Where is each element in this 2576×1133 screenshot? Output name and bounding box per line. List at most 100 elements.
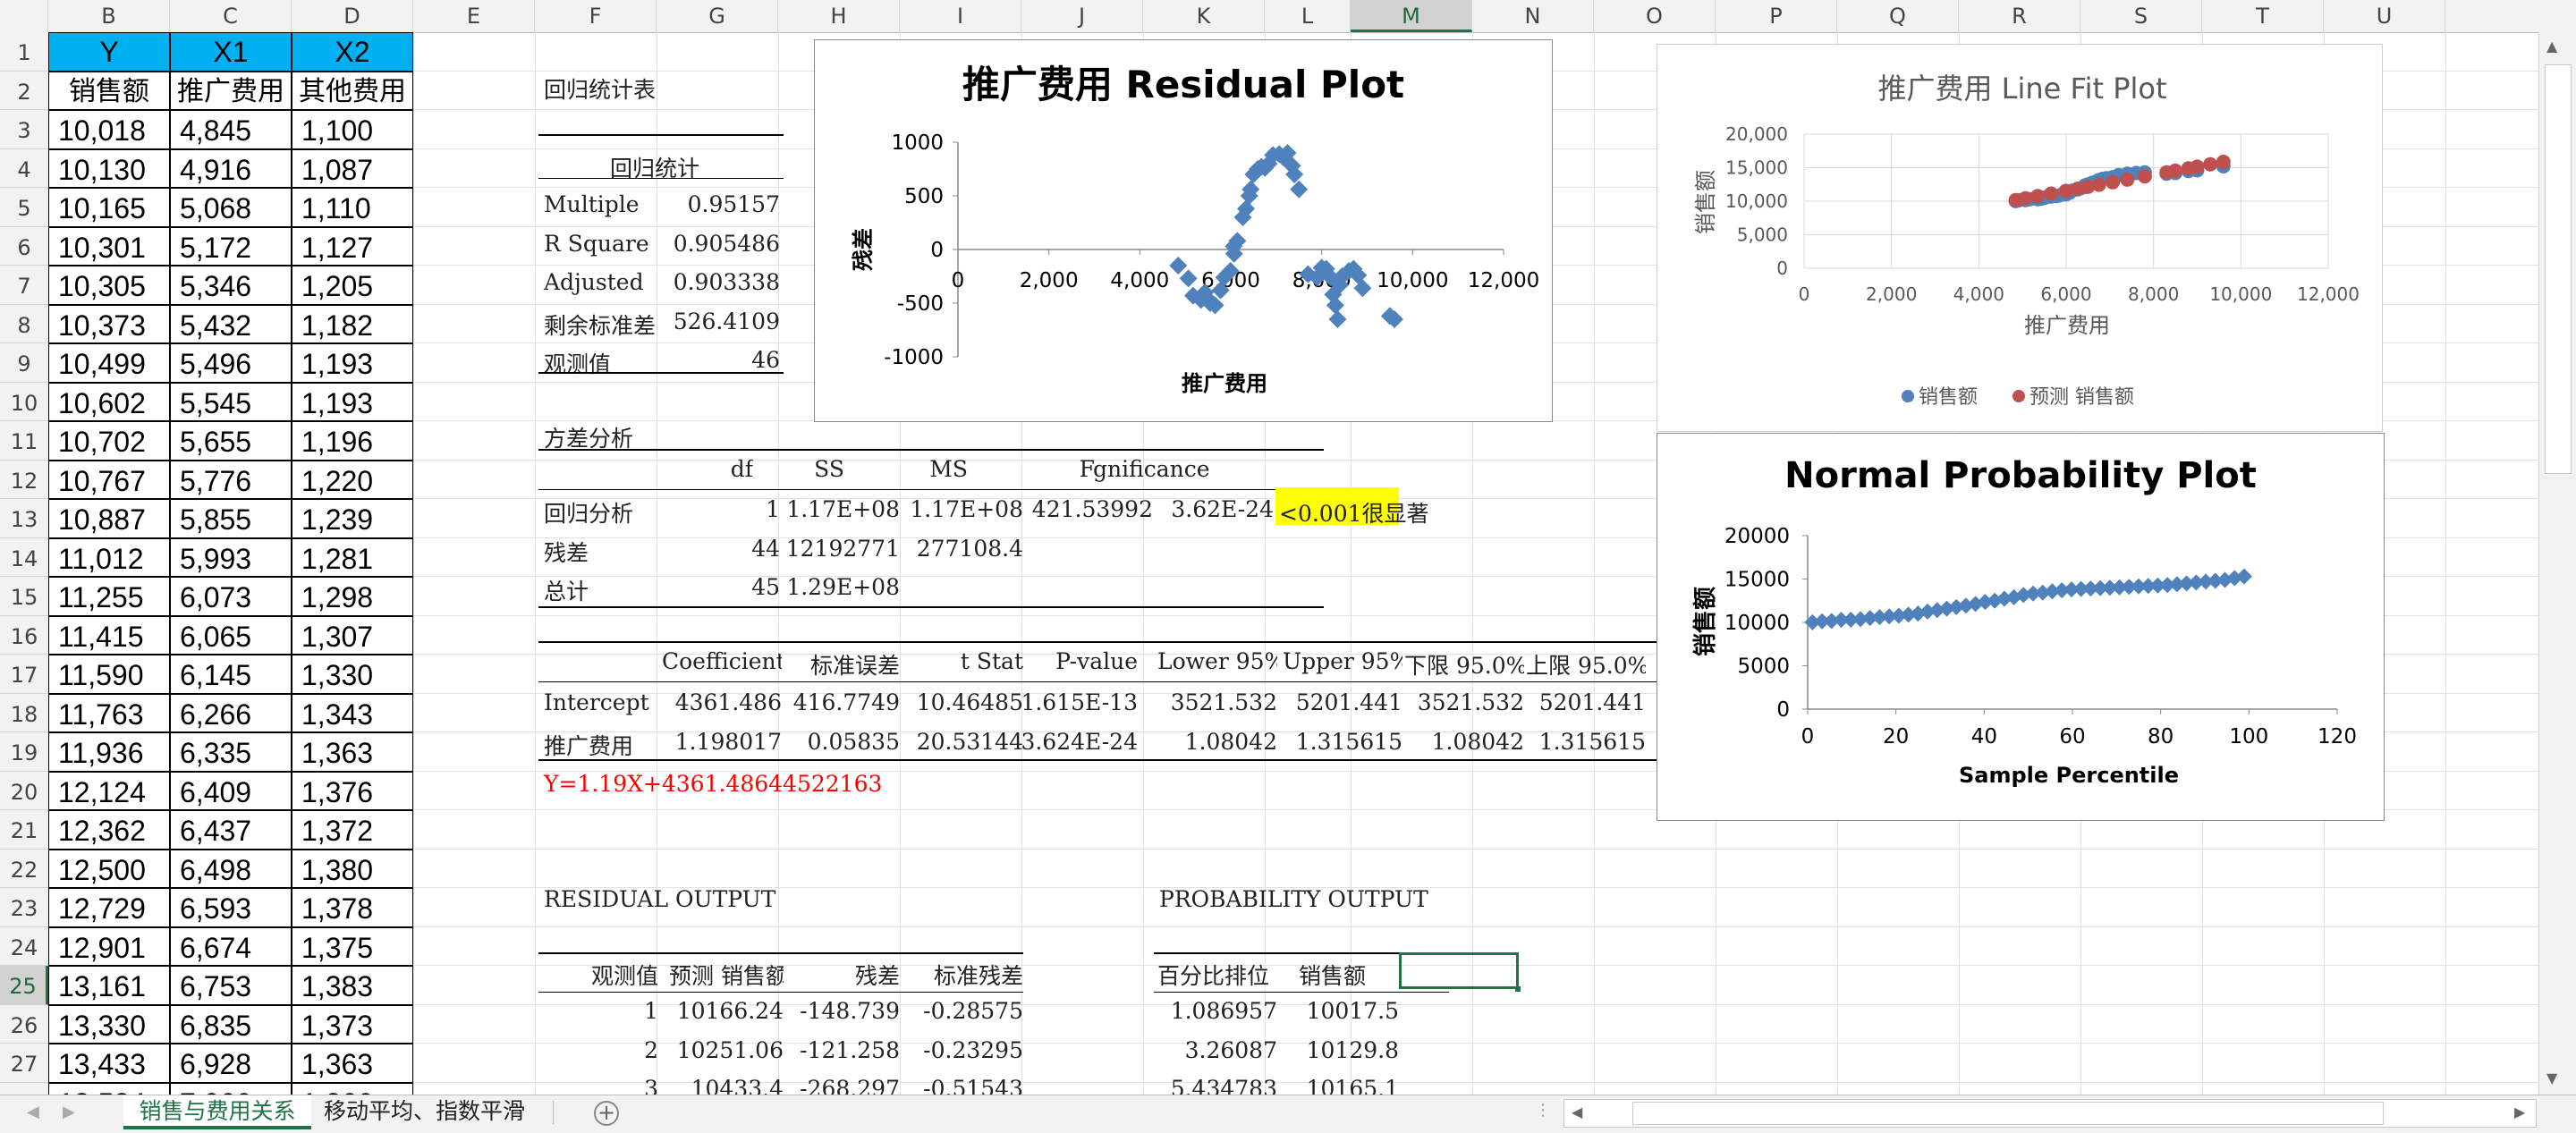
row-header-4[interactable]: 4 — [0, 149, 48, 188]
column-header-q[interactable]: Q — [1837, 0, 1959, 32]
table-cell[interactable]: 6,835 — [170, 1004, 292, 1044]
table-cell[interactable]: 10,301 — [48, 226, 170, 266]
column-header-r[interactable]: R — [1959, 0, 2080, 32]
table-header-cell[interactable]: Y — [48, 32, 170, 72]
table-cell[interactable]: 11,590 — [48, 655, 170, 694]
table-cell[interactable]: 5,172 — [170, 226, 292, 266]
column-header-l[interactable]: L — [1265, 0, 1351, 32]
row-header-22[interactable]: 22 — [0, 850, 48, 888]
table-cell[interactable]: 1,307 — [292, 615, 413, 655]
table-cell[interactable]: 1,220 — [292, 460, 413, 499]
table-cell[interactable]: 5,655 — [170, 421, 292, 461]
column-header-e[interactable]: E — [413, 0, 535, 32]
tab-options-icon[interactable]: ⋮ — [1535, 1101, 1551, 1120]
column-header-s[interactable]: S — [2080, 0, 2202, 32]
prev-sheet-icon[interactable]: ◀ — [27, 1103, 39, 1121]
table-cell[interactable]: 6,928 — [170, 1044, 292, 1083]
table-cell[interactable]: 5,496 — [170, 343, 292, 383]
table-cell[interactable]: 11,763 — [48, 693, 170, 732]
fill-handle[interactable] — [1515, 986, 1521, 992]
row-header-6[interactable]: 6 — [0, 227, 48, 266]
row-header-3[interactable]: 3 — [0, 110, 48, 149]
row-header-15[interactable]: 15 — [0, 577, 48, 616]
select-all-corner[interactable] — [0, 0, 48, 32]
table-cell[interactable]: 1,363 — [292, 732, 413, 772]
table-cell[interactable]: 1,239 — [292, 499, 413, 538]
column-header-f[interactable]: F — [535, 0, 657, 32]
line-fit-plot-chart[interactable]: 推广费用 Line Fit Plot 20,000 15,000 10,000 5,00… — [1657, 44, 2383, 432]
vertical-scrollbar[interactable]: ▲ ▼ — [2538, 32, 2576, 1095]
table-header-cell[interactable]: X1 — [170, 32, 292, 72]
table-cell[interactable]: 1,378 — [292, 888, 413, 927]
sheet-tab[interactable]: 移动平均、指数平滑 — [324, 1095, 525, 1129]
table-cell[interactable]: 10,373 — [48, 304, 170, 343]
table-cell[interactable]: 13,330 — [48, 1004, 170, 1044]
table-cell[interactable]: 11,255 — [48, 577, 170, 616]
table-cell[interactable]: 6,266 — [170, 693, 292, 732]
table-cell[interactable]: 5,776 — [170, 460, 292, 499]
table-cell[interactable]: 6,437 — [170, 810, 292, 850]
column-header-k[interactable]: K — [1143, 0, 1265, 32]
table-cell[interactable]: 1,366 — [292, 1082, 413, 1095]
column-header-c[interactable]: C — [170, 0, 292, 32]
table-cell[interactable]: 12,124 — [48, 771, 170, 810]
column-header-m[interactable]: M — [1351, 0, 1472, 32]
row-header-8[interactable]: 8 — [0, 305, 48, 343]
table-cell[interactable]: 10,767 — [48, 460, 170, 499]
residual-plot-chart[interactable]: 推广费用 Residual Plot 1000 500 0 -500 -1000 0 2,00… — [814, 39, 1553, 422]
row-header-10[interactable]: 10 — [0, 383, 48, 421]
row-header-23[interactable]: 23 — [0, 888, 48, 927]
table-cell[interactable]: 7,066 — [170, 1082, 292, 1095]
table-subheader-cell[interactable]: 其他费用 — [292, 71, 413, 110]
table-cell[interactable]: 5,068 — [170, 188, 292, 227]
table-cell[interactable]: 6,593 — [170, 888, 292, 927]
row-header-17[interactable]: 17 — [0, 655, 48, 694]
row-header-11[interactable]: 11 — [0, 421, 48, 461]
row-header-13[interactable]: 13 — [0, 499, 48, 538]
table-cell[interactable]: 1,375 — [292, 926, 413, 966]
table-cell[interactable]: 1,372 — [292, 810, 413, 850]
table-cell[interactable]: 1,100 — [292, 110, 413, 149]
column-header-i[interactable]: I — [900, 0, 1021, 32]
table-cell[interactable]: 5,545 — [170, 382, 292, 421]
table-subheader-cell[interactable]: 推广费用 — [170, 71, 292, 110]
table-cell[interactable]: 4,916 — [170, 148, 292, 188]
worksheet-grid[interactable]: Y X1 X2 销售额 推广费用 其他费用 10,018 4,845 1,100 10,130 4,… — [48, 32, 2538, 1095]
table-cell[interactable]: 10,165 — [48, 188, 170, 227]
table-cell[interactable]: 6,409 — [170, 771, 292, 810]
row-header-24[interactable]: 24 — [0, 927, 48, 966]
table-cell[interactable]: 12,500 — [48, 849, 170, 888]
normal-probability-plot-chart[interactable]: Normal Probability Plot 20000 15000 10000 50… — [1657, 433, 2385, 821]
scroll-up-icon[interactable]: ▲ — [2546, 38, 2557, 55]
row-header-19[interactable]: 19 — [0, 732, 48, 772]
table-cell[interactable]: 5,855 — [170, 499, 292, 538]
row-header-9[interactable]: 9 — [0, 343, 48, 383]
table-cell[interactable]: 1,383 — [292, 966, 413, 1005]
active-cell[interactable] — [1399, 952, 1519, 989]
row-header-1[interactable]: 1 — [0, 32, 48, 72]
table-cell[interactable]: 5,993 — [170, 537, 292, 577]
table-cell[interactable]: 5,346 — [170, 266, 292, 305]
table-cell[interactable]: 12,901 — [48, 926, 170, 966]
table-cell[interactable]: 1,110 — [292, 188, 413, 227]
table-cell[interactable]: 12,729 — [48, 888, 170, 927]
table-cell[interactable]: 5,432 — [170, 304, 292, 343]
table-cell[interactable]: 10,018 — [48, 110, 170, 149]
row-header-21[interactable]: 21 — [0, 810, 48, 850]
table-cell[interactable]: 13,584 — [48, 1082, 170, 1095]
table-cell[interactable]: 1,182 — [292, 304, 413, 343]
table-cell[interactable]: 13,161 — [48, 966, 170, 1005]
scroll-down-icon[interactable]: ▼ — [2546, 1070, 2557, 1086]
row-header-25[interactable]: 25 — [0, 966, 48, 1005]
row-header-20[interactable]: 20 — [0, 772, 48, 810]
table-cell[interactable]: 11,415 — [48, 615, 170, 655]
add-sheet-icon[interactable]: + — [594, 1101, 619, 1126]
next-sheet-icon[interactable]: ▶ — [63, 1103, 75, 1121]
table-cell[interactable]: 1,196 — [292, 421, 413, 461]
scroll-right-icon[interactable]: ▶ — [2514, 1103, 2525, 1120]
row-header-7[interactable]: 7 — [0, 266, 48, 305]
table-cell[interactable]: 1,373 — [292, 1004, 413, 1044]
horizontal-scroll-thumb[interactable] — [1632, 1102, 2384, 1125]
column-header-h[interactable]: H — [778, 0, 900, 32]
vertical-scroll-thumb[interactable] — [2545, 64, 2572, 474]
